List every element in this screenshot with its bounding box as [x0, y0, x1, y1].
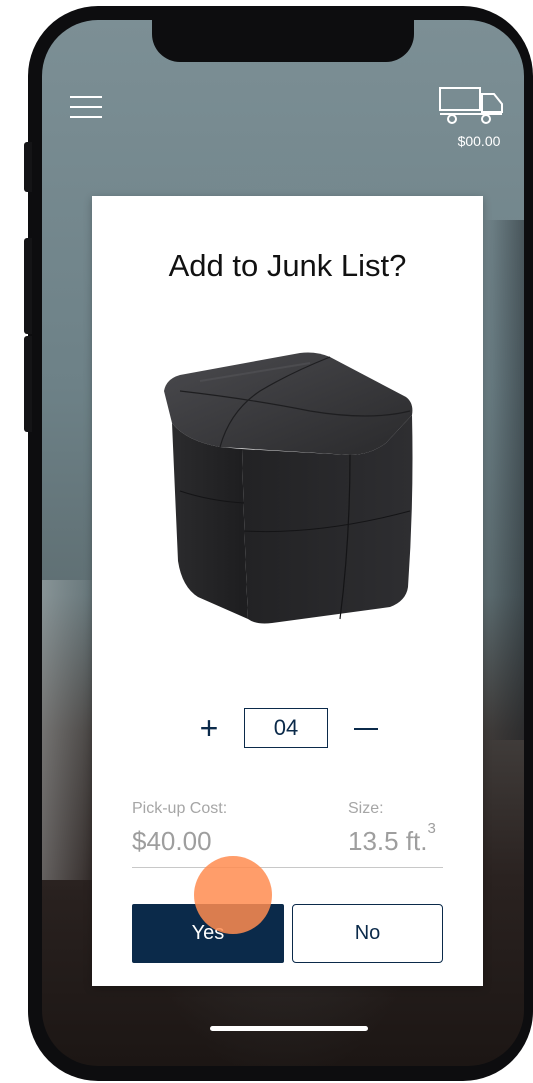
- cart-total: $00.00: [457, 133, 501, 149]
- pickup-cost-value: $40.00: [132, 826, 212, 856]
- ottoman-image: [164, 352, 413, 624]
- tap-indicator: [194, 856, 272, 934]
- divider: [132, 867, 443, 868]
- volume-up-button: [24, 238, 32, 334]
- add-to-junk-dialog: Add to Junk List? + 04 Pick-up Cost: $40…: [92, 196, 483, 986]
- size-label: Size:: [348, 800, 384, 817]
- dialog-title: Add to Junk List?: [168, 248, 407, 283]
- app-screen: $00.00 Add to Junk List? + 04 Pick-up Co…: [42, 20, 524, 1066]
- silent-switch: [24, 142, 32, 192]
- home-indicator: [210, 1026, 368, 1031]
- truck-icon[interactable]: [438, 86, 506, 126]
- volume-down-button: [24, 336, 32, 432]
- size-unit-exponent: 3: [427, 820, 436, 837]
- phone-notch: [152, 20, 414, 62]
- decrease-quantity-button[interactable]: [348, 706, 384, 750]
- size-value: 13.5 ft.: [348, 826, 428, 856]
- no-button[interactable]: No: [292, 904, 443, 963]
- pickup-cost-label: Pick-up Cost:: [132, 800, 228, 817]
- quantity-field[interactable]: 04: [244, 708, 328, 748]
- hamburger-menu-icon[interactable]: [70, 96, 102, 118]
- size-value-wrap: 13.5 ft.3: [348, 820, 436, 857]
- increase-quantity-button[interactable]: +: [192, 706, 226, 750]
- quantity-stepper: + 04: [92, 706, 483, 750]
